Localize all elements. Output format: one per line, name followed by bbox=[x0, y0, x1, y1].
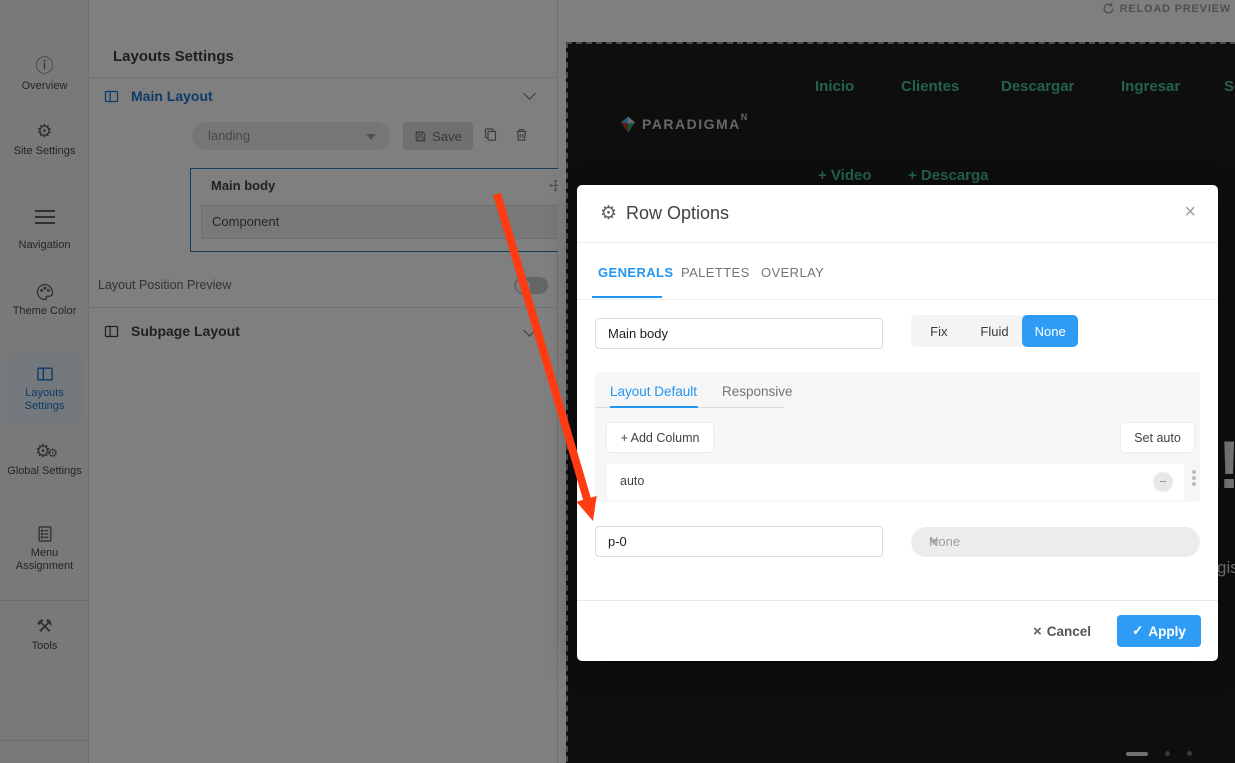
set-auto-label: Set auto bbox=[1134, 430, 1181, 445]
modal-footer: × Cancel ✓ Apply bbox=[577, 601, 1218, 661]
active-tab-underline bbox=[592, 296, 662, 298]
cancel-button[interactable]: × Cancel bbox=[1033, 623, 1091, 640]
remove-column-button[interactable]: − bbox=[1153, 472, 1173, 492]
x-icon: × bbox=[1032, 622, 1042, 640]
palette-select[interactable]: None bbox=[911, 527, 1200, 557]
app-window: ⓘ Overview ⚙ Site Settings Navigation Th bbox=[0, 0, 1235, 763]
set-auto-button[interactable]: Set auto bbox=[1121, 423, 1194, 452]
gear-icon: ⚙ bbox=[600, 203, 618, 224]
width-mode-fix[interactable]: Fix bbox=[911, 315, 967, 347]
modal-title: Row Options bbox=[626, 203, 730, 223]
tab-generals[interactable]: GENERALS bbox=[598, 265, 673, 280]
width-mode-fluid[interactable]: Fluid bbox=[967, 315, 1023, 347]
width-mode-none[interactable]: None bbox=[1022, 315, 1079, 347]
apply-label: Apply bbox=[1148, 623, 1186, 639]
row-options-modal: ⚙ Row Options × GENERALS PALETTES OVERLA… bbox=[577, 185, 1218, 661]
add-column-button[interactable]: + Add Column bbox=[607, 423, 713, 452]
tab-palettes[interactable]: PALETTES bbox=[681, 265, 750, 280]
tab-layout-default[interactable]: Layout Default bbox=[610, 384, 697, 399]
close-icon[interactable]: × bbox=[1184, 201, 1196, 224]
caret-down-icon bbox=[929, 539, 939, 545]
column-value: auto bbox=[620, 474, 645, 488]
cancel-label: Cancel bbox=[1046, 623, 1091, 639]
divider bbox=[577, 242, 1218, 243]
width-mode-group: Fix Fluid None bbox=[911, 315, 1079, 347]
apply-button[interactable]: ✓ Apply bbox=[1117, 615, 1201, 647]
row-class-input[interactable] bbox=[595, 526, 883, 557]
column-row[interactable]: auto − bbox=[607, 464, 1184, 500]
tab-responsive[interactable]: Responsive bbox=[722, 384, 793, 399]
divider bbox=[577, 299, 1218, 300]
add-column-label: + Add Column bbox=[620, 430, 700, 445]
layout-columns-card: Layout Default Responsive + Add Column S… bbox=[595, 372, 1200, 502]
drag-handle-icon[interactable] bbox=[1192, 476, 1196, 480]
active-tab-underline bbox=[610, 405, 698, 408]
row-name-input[interactable] bbox=[595, 318, 883, 349]
tab-overlay[interactable]: OVERLAY bbox=[761, 265, 824, 280]
check-icon: ✓ bbox=[1132, 623, 1144, 638]
